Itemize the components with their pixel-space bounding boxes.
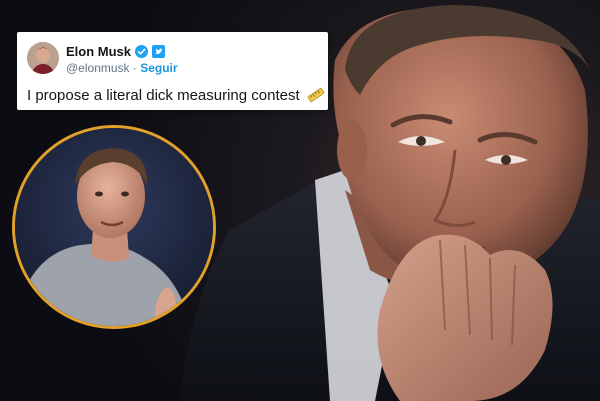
avatar[interactable] bbox=[27, 42, 59, 74]
meme-image: Elon Musk @elonmusk · Seguir I propose a… bbox=[0, 0, 600, 401]
avatar-image bbox=[27, 42, 59, 74]
tweet-card: Elon Musk @elonmusk · Seguir I propose a… bbox=[17, 32, 328, 110]
inset-portrait bbox=[15, 128, 213, 326]
ruler-icon bbox=[307, 87, 325, 103]
mark-zuckerberg-inset-photo bbox=[12, 125, 216, 329]
verified-badge-icon bbox=[135, 44, 149, 58]
tweet-text: I propose a literal dick measuring conte… bbox=[27, 87, 325, 104]
twitter-bird-icon[interactable] bbox=[152, 44, 166, 58]
tweet-body: I propose a literal dick measuring conte… bbox=[27, 87, 300, 104]
handle-row: @elonmusk · Seguir bbox=[66, 61, 178, 75]
name-row: Elon Musk bbox=[66, 43, 166, 59]
follow-button[interactable]: Seguir bbox=[140, 61, 177, 75]
separator: · bbox=[129, 61, 141, 75]
display-name[interactable]: Elon Musk bbox=[66, 44, 131, 59]
handle[interactable]: @elonmusk bbox=[66, 61, 130, 75]
